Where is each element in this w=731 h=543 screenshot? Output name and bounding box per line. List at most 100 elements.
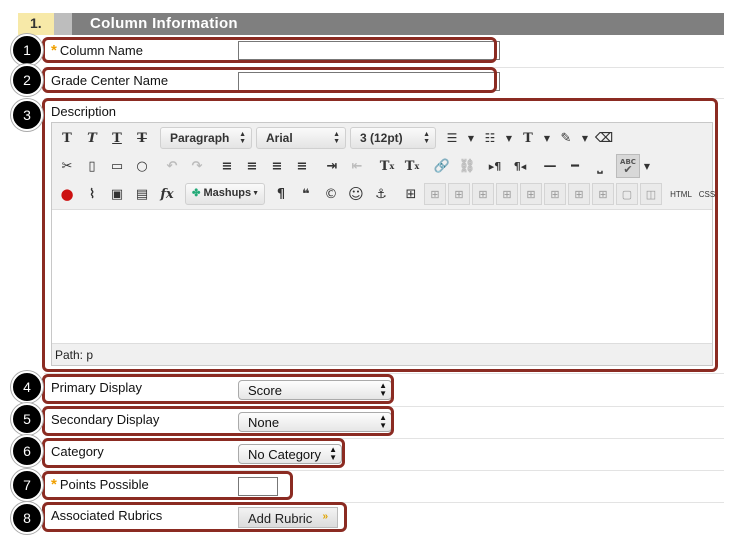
points-possible-input[interactable]	[238, 477, 278, 496]
numbered-list-icon[interactable]: ☷	[478, 126, 502, 150]
nonbreaking-space-icon[interactable]: ⎵	[588, 154, 612, 178]
insert-col-after-icon[interactable]: ⊞	[568, 183, 590, 205]
paragraph-mark-icon[interactable]: ¶	[269, 182, 293, 206]
callout-2: 2	[11, 64, 43, 96]
anchor-icon[interactable]: ⚓	[369, 182, 393, 206]
cut-icon[interactable]: ✂	[55, 154, 79, 178]
outdent-icon[interactable]: ⇤	[345, 154, 369, 178]
chevron-down-icon[interactable]: ▼	[465, 126, 477, 150]
eraser-icon[interactable]: ⌫	[592, 126, 616, 150]
indent-icon[interactable]: ⇥	[320, 154, 344, 178]
updown-arrow-icon: ▲ ▼	[379, 413, 387, 430]
underline-icon[interactable]: T	[105, 126, 129, 150]
chevron-down-icon[interactable]: ▼	[641, 154, 653, 178]
delete-row-icon[interactable]: ⊞	[520, 183, 542, 205]
emoticon-icon[interactable]: ☺	[344, 182, 368, 206]
media-icon[interactable]: ▤	[130, 182, 154, 206]
horizontal-line-icon[interactable]: —	[538, 154, 562, 178]
chevron-down-icon[interactable]: ▼	[503, 126, 515, 150]
align-right-icon[interactable]: ≡	[265, 154, 289, 178]
size-dropdown[interactable]: 3 (12pt) ▲ ▼	[350, 127, 436, 149]
undo-icon[interactable]: ↶	[160, 154, 184, 178]
mashups-dropdown[interactable]: ✤ Mashups ▼	[185, 183, 265, 205]
description-text-area[interactable]	[52, 209, 712, 343]
mashups-label: Mashups	[203, 187, 252, 199]
mashups-icon: ✤	[192, 188, 201, 199]
merge-cells-icon[interactable]: ◫	[640, 183, 662, 205]
add-rubric-button[interactable]: Add Rubric »	[238, 507, 338, 528]
attachment-icon[interactable]: ⌇	[80, 182, 104, 206]
math-fx-icon[interactable]: fx	[155, 182, 179, 206]
rtl-icon[interactable]: ¶◂	[508, 154, 532, 178]
highlight-marker-icon[interactable]: ✎	[554, 126, 578, 150]
css-icon[interactable]: CSS	[695, 182, 719, 206]
font-dropdown[interactable]: Arial ▲ ▼	[256, 127, 346, 149]
column-name-input[interactable]	[238, 41, 500, 60]
italic-icon[interactable]: T	[80, 126, 104, 150]
table-row-props-icon[interactable]: ⊞	[424, 183, 446, 205]
justify-icon[interactable]: ≡	[290, 154, 314, 178]
callout-3: 3	[11, 99, 43, 131]
ltr-icon[interactable]: ▸¶	[483, 154, 507, 178]
points-possible-label: * Points Possible	[51, 476, 149, 493]
font-dropdown-value: Arial	[266, 131, 293, 145]
youtube-icon[interactable]: ●	[55, 182, 79, 206]
callout-7: 7	[11, 469, 43, 501]
blockquote-icon[interactable]: ❝	[294, 182, 318, 206]
section-number-tab	[54, 13, 72, 35]
split-cells-icon[interactable]: ▢	[616, 183, 638, 205]
updown-arrow-icon: ▲ ▼	[329, 445, 337, 462]
section-title: Column Information	[90, 15, 238, 32]
updown-arrow-icon: ▲ ▼	[333, 131, 340, 145]
category-value: No Category	[248, 447, 321, 462]
insert-col-before-icon[interactable]: ⊞	[544, 183, 566, 205]
toolbar-row-2: ✂ ▯ ▭ ○ ↶ ↷ ≡ ≡ ≡ ≡ ⇥ ⇤ Tx Tx 🔗 ⛓ ▸¶ ¶◂ …	[55, 153, 654, 179]
delete-col-icon[interactable]: ⊞	[592, 183, 614, 205]
copyright-icon[interactable]: ©	[319, 182, 343, 206]
chevron-down-icon[interactable]: ▼	[541, 126, 553, 150]
updown-arrow-icon: ▲ ▼	[239, 131, 246, 145]
column-name-label-text: Column Name	[59, 43, 143, 58]
insert-row-before-icon[interactable]: ⊞	[472, 183, 494, 205]
category-select[interactable]: No Category ▲ ▼	[238, 444, 342, 464]
text-color-icon[interactable]: T	[516, 126, 540, 150]
copy-icon[interactable]: ▯	[80, 154, 104, 178]
required-asterisk: *	[51, 42, 57, 59]
grade-center-name-input[interactable]	[238, 72, 500, 91]
table-cell-props-icon[interactable]: ⊞	[448, 183, 470, 205]
secondary-display-select[interactable]: None ▲ ▼	[238, 412, 392, 432]
paste-icon[interactable]: ▭	[105, 154, 129, 178]
format-dropdown[interactable]: Paragraph ▲ ▼	[160, 127, 252, 149]
associated-rubrics-label: Associated Rubrics	[51, 508, 163, 523]
bold-icon[interactable]: T	[55, 126, 79, 150]
table-icon[interactable]: ⊞	[399, 182, 423, 206]
redo-icon[interactable]: ↷	[185, 154, 209, 178]
primary-display-select[interactable]: Score ▲ ▼	[238, 380, 392, 400]
callout-5: 5	[11, 403, 43, 435]
align-left-icon[interactable]: ≡	[215, 154, 239, 178]
editor-path-bar: Path: p	[52, 343, 712, 365]
superscript-icon[interactable]: Tx	[375, 154, 399, 178]
path-label: Path:	[55, 348, 84, 362]
strikethrough-icon[interactable]: T	[130, 126, 154, 150]
unlink-icon[interactable]: ⛓	[455, 154, 479, 178]
editor-toolbar: T T T T Paragraph ▲ ▼ Arial ▲ ▼ 3 (12pt) ▲ ▼ ☰…	[52, 123, 715, 209]
thick-line-icon[interactable]: ━	[563, 154, 587, 178]
insert-row-after-icon[interactable]: ⊞	[496, 183, 518, 205]
subscript-glyph: T	[404, 158, 415, 174]
image-icon[interactable]: ▣	[105, 182, 129, 206]
chevron-down-icon[interactable]: ▼	[579, 126, 591, 150]
callout-1: 1	[11, 34, 43, 66]
html-code-icon[interactable]: HTML	[668, 182, 694, 206]
align-center-icon[interactable]: ≡	[240, 154, 264, 178]
find-icon[interactable]: ○	[130, 154, 154, 178]
spellcheck-icon[interactable]: ABC ✔	[616, 154, 640, 178]
double-chevron-down-icon: »	[322, 511, 328, 522]
link-icon[interactable]: 🔗	[430, 154, 454, 178]
format-dropdown-value: Paragraph	[170, 131, 230, 145]
subscript-icon[interactable]: Tx	[400, 154, 424, 178]
updown-arrow-icon: ▲ ▼	[379, 381, 387, 398]
bullet-list-icon[interactable]: ☰	[440, 126, 464, 150]
row-divider	[44, 373, 724, 374]
description-label: Description	[51, 104, 117, 119]
